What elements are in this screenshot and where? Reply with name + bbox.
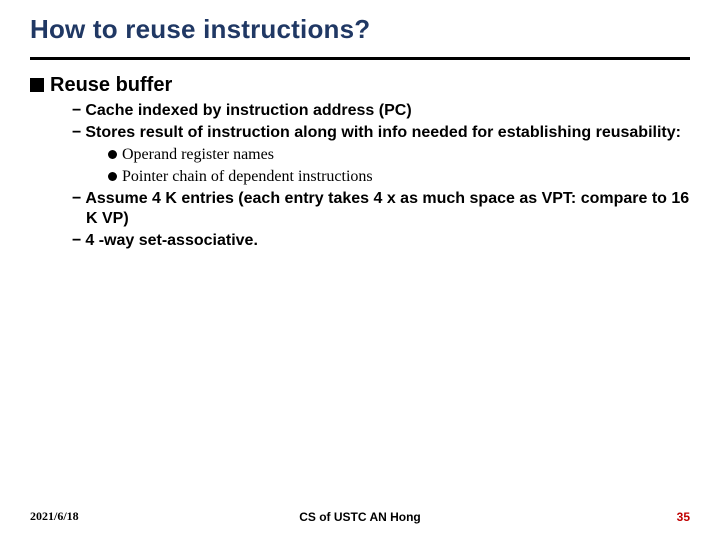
title-rule	[30, 57, 690, 60]
dash-icon: −	[72, 102, 81, 119]
dash-icon: −	[72, 232, 81, 249]
dash-icon: −	[72, 190, 81, 207]
bullet-l2-text: 4 -way set-associative.	[85, 232, 258, 249]
bullet-l2-stores-result: −Stores result of instruction along with…	[72, 123, 690, 143]
bullet-l2-cache-indexed: −Cache indexed by instruction address (P…	[72, 101, 690, 121]
bullet-l2-text: Assume 4 K entries (each entry takes 4 x…	[85, 190, 689, 227]
disc-bullet-icon	[108, 172, 117, 181]
disc-bullet-icon	[108, 150, 117, 159]
square-bullet-icon	[30, 78, 44, 92]
dash-icon: −	[72, 124, 81, 141]
bullet-l2-assume-4k: −Assume 4 K entries (each entry takes 4 …	[72, 189, 690, 229]
bullet-l3-operand: Operand register names	[108, 145, 690, 165]
bullet-l1-text: Reuse buffer	[50, 74, 172, 96]
slide: How to reuse instructions? Reuse buffer …	[0, 0, 720, 540]
bullet-l3-text: Pointer chain of dependent instructions	[122, 168, 373, 185]
footer-center: CS of USTC AN Hong	[30, 510, 690, 524]
bullet-l1-reuse-buffer: Reuse buffer	[30, 74, 690, 97]
slide-title: How to reuse instructions?	[30, 14, 690, 45]
bullet-l3-text: Operand register names	[122, 146, 274, 163]
bullet-l2-text: Cache indexed by instruction address (PC…	[85, 102, 411, 119]
footer-page-number: 35	[677, 510, 690, 524]
bullet-l2-4way: −4 -way set-associative.	[72, 231, 690, 251]
bullet-l2-text: Stores result of instruction along with …	[85, 124, 681, 141]
bullet-l3-pointer-chain: Pointer chain of dependent instructions	[108, 167, 690, 187]
